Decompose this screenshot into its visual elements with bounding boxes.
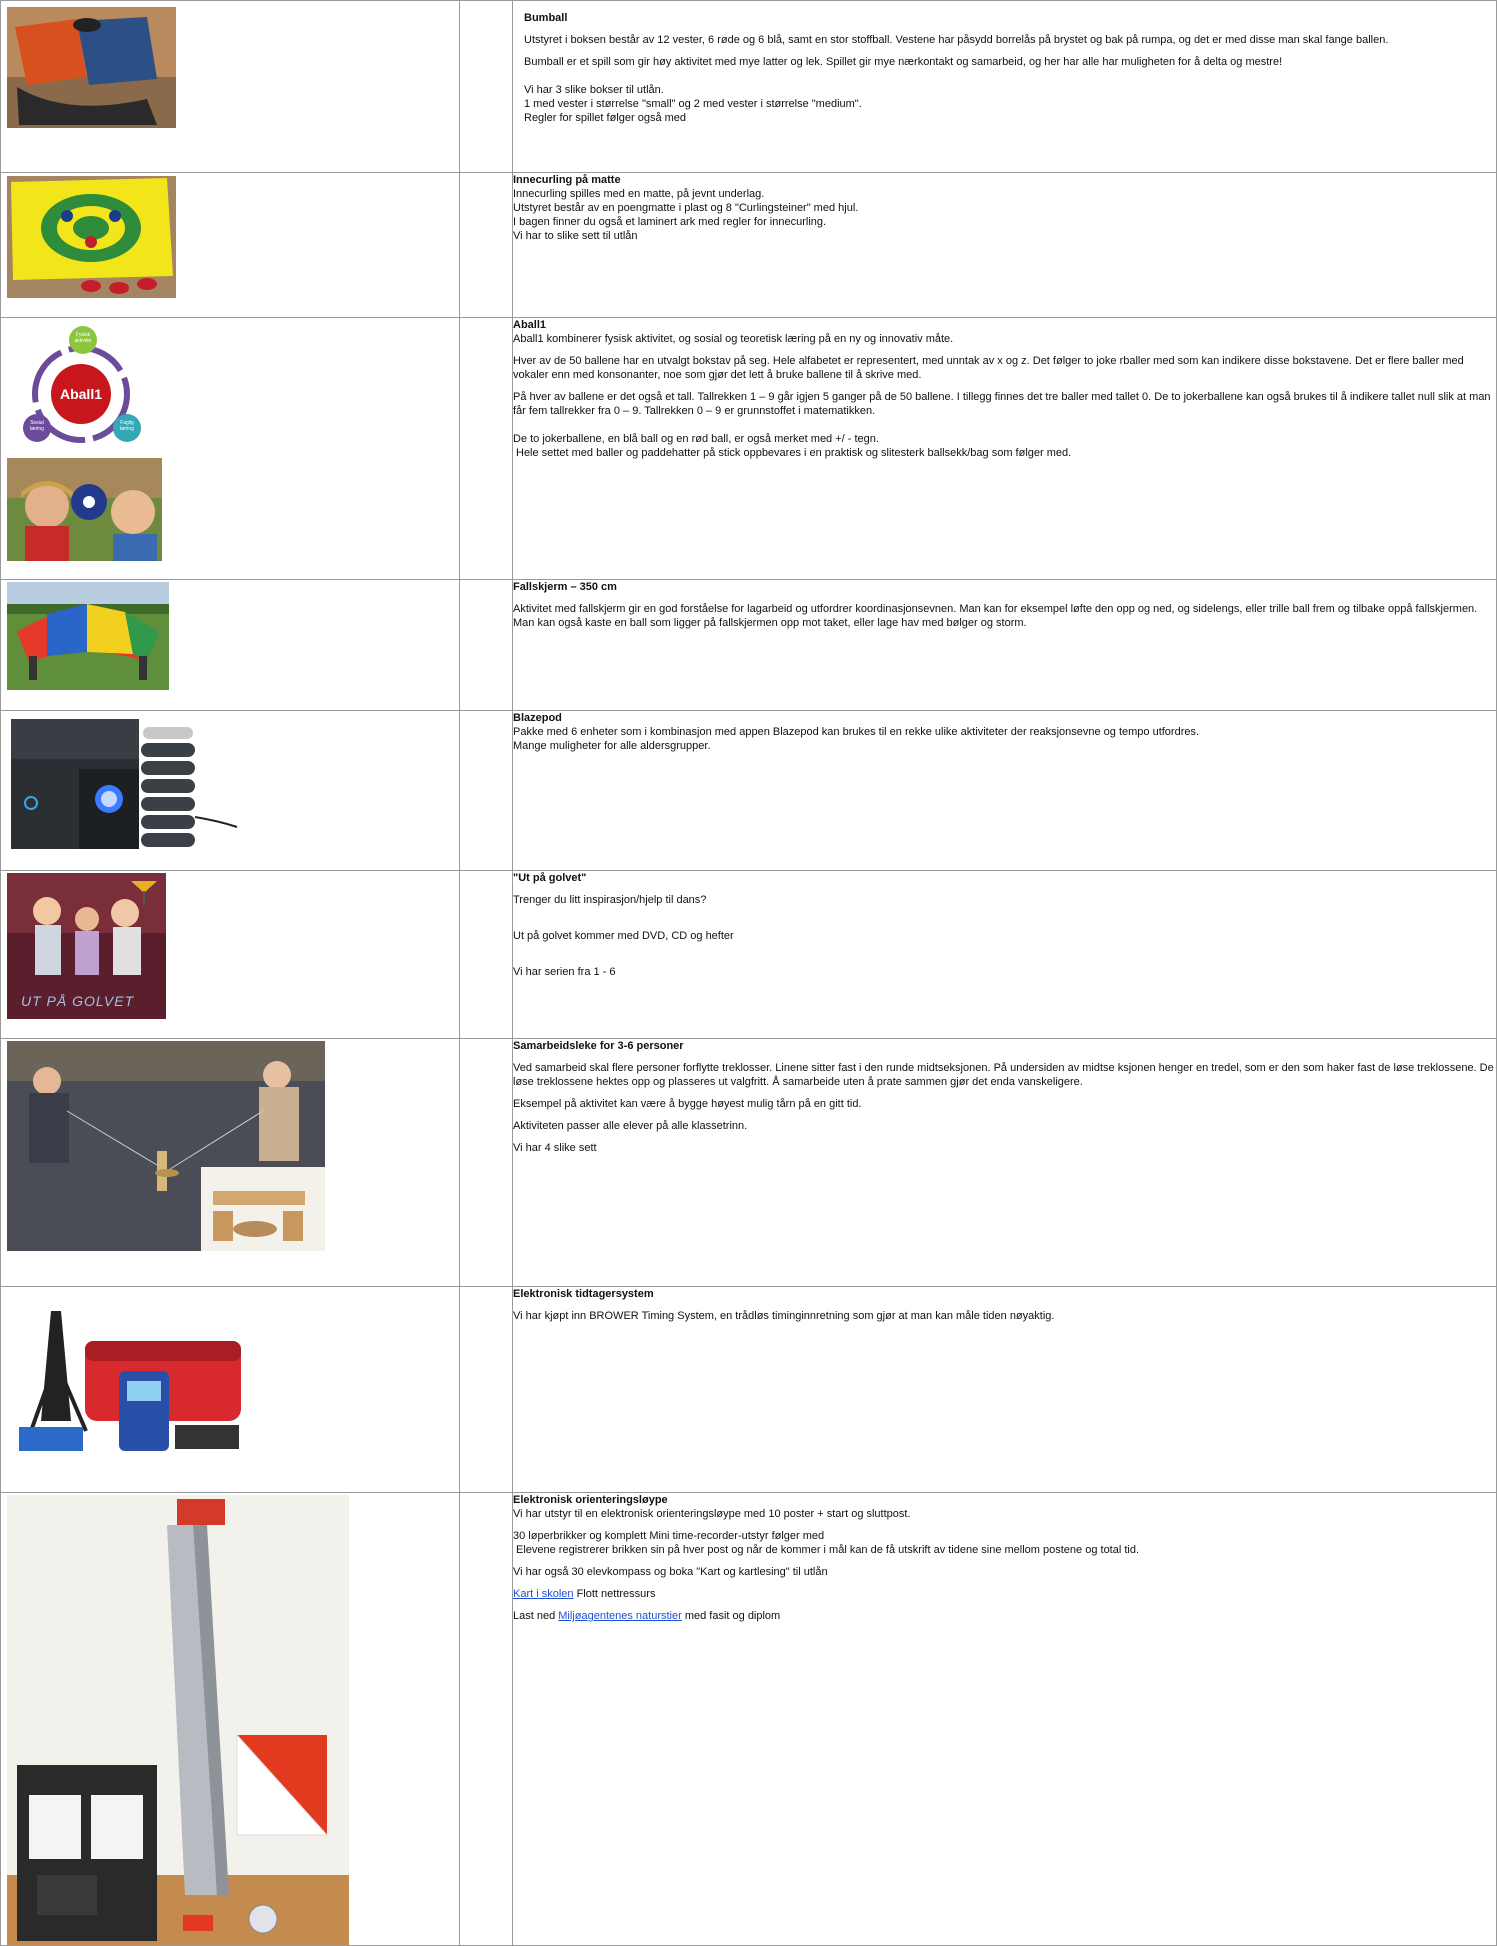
- item-title: Aball1: [513, 319, 547, 331]
- aball1-logo-center-text: Aball1: [59, 386, 102, 402]
- paragraph: Hver av de 50 ballene har en utvalgt bok…: [513, 355, 1464, 381]
- curling-description: Innecurling på matte Innecurling spilles…: [512, 172, 1497, 318]
- aball1-children-photo: [7, 458, 162, 561]
- timing-description: Elektronisk tidtagersystem Vi har kjøpt …: [512, 1286, 1497, 1493]
- aball1-logo-left-text: Sosial læring: [30, 420, 44, 432]
- blazepod-description: Blazepod Pakke med 6 enheter som i kombi…: [512, 710, 1497, 871]
- curling-image-cell: [0, 172, 460, 318]
- paragraph: Aball1 kombinerer fysisk aktivitet, og s…: [513, 333, 954, 345]
- paragraph: Vi har 4 slike sett: [513, 1142, 597, 1154]
- paragraph: Pakke med 6 enheter som i kombinasjon me…: [513, 726, 1200, 738]
- miljoagentenes-naturstier-link[interactable]: Miljøagentenes naturstier: [558, 1610, 682, 1622]
- link-suffix: med fasit og diplom: [681, 1610, 781, 1622]
- timing-system-photo: [11, 1301, 257, 1465]
- spacer-cell: [459, 870, 513, 1039]
- bumball-description: Bumball Utstyret i boksen består av 12 v…: [512, 0, 1497, 173]
- spacer-cell: [459, 579, 513, 711]
- paragraph: Bumball er et spill som gir høy aktivite…: [524, 56, 1283, 68]
- spacer-cell: [459, 1492, 513, 1946]
- paragraph: Hele settet med baller og paddehatter på…: [516, 447, 1072, 459]
- orienteering-equipment-photo: [7, 1495, 349, 1945]
- kart-i-skolen-link[interactable]: Kart i skolen: [514, 1588, 574, 1600]
- paragraph: Vi har utstyr til en elektronisk oriente…: [513, 1508, 911, 1520]
- table-row: Blazepod Pakke med 6 enheter som i kombi…: [0, 710, 1497, 871]
- paragraph: Ut på golvet kommer med DVD, CD og hefte…: [513, 930, 734, 942]
- paragraph: Aktivitet med fallskjerm gir en god fors…: [513, 603, 1478, 629]
- table-row: Elektronisk orienteringsløype Vi har uts…: [0, 1492, 1497, 1946]
- cooperation-image-cell: [0, 1038, 460, 1287]
- paragraph: Innecurling spilles med en matte, på jev…: [513, 188, 765, 200]
- paragraph: 1 med vester i størrelse "small" og 2 me…: [524, 98, 862, 110]
- paragraph: Vi har serien fra 1 - 6: [513, 966, 616, 978]
- paragraph: Utstyret består av en poengmatte i plast…: [513, 202, 859, 214]
- bumball-photo: [7, 7, 176, 128]
- cooperation-description: Samarbeidsleke for 3-6 personer Ved sama…: [512, 1038, 1497, 1287]
- item-title: Elektronisk orienteringsløype: [513, 1494, 668, 1506]
- aball-image-cell: Aball1 Fysisk aktivitet Sosial læring Fa…: [0, 317, 460, 580]
- paragraph: Utstyret i boksen består av 12 vester, 6…: [524, 34, 1389, 46]
- cooperation-game-photo: [7, 1041, 325, 1251]
- paragraph: Vi har kjøpt inn BROWER Timing System, e…: [513, 1310, 1055, 1322]
- paragraph: Elevene registrerer brikken sin på hver …: [516, 1544, 1140, 1556]
- resource-line: Kart i skolen Flott nettressurs: [514, 1587, 1496, 1601]
- curling-mat-photo: [7, 176, 176, 298]
- paragraph: 30 løperbrikker og komplett Mini time-re…: [513, 1530, 825, 1542]
- cover-title-text: UT PÅ GOLVET: [21, 993, 135, 1009]
- aball-description: Aball1 Aball1 kombinerer fysisk aktivite…: [512, 317, 1497, 580]
- spacer-cell: [459, 172, 513, 318]
- paragraph: De to jokerballene, en blå ball og en rø…: [513, 433, 879, 445]
- timing-image-cell: [0, 1286, 460, 1493]
- spacer-cell: [459, 710, 513, 871]
- spacer-cell: [459, 0, 513, 173]
- table-row: UT PÅ GOLVET "Ut på golvet" Trenger du l…: [0, 870, 1497, 1039]
- paragraph: Vi har to slike sett til utlån: [513, 230, 638, 242]
- aball1-logo-right-text: Faglig læring: [120, 420, 134, 432]
- download-line: Last ned Miljøagentenes naturstier med f…: [513, 1609, 1496, 1623]
- table-row: Aball1 Fysisk aktivitet Sosial læring Fa…: [0, 317, 1497, 580]
- dance-description: "Ut på golvet" Trenger du litt inspirasj…: [512, 870, 1497, 1039]
- table-row: Elektronisk tidtagersystem Vi har kjøpt …: [0, 1286, 1497, 1493]
- blazepod-image-cell: [0, 710, 460, 871]
- spacer-cell: [459, 1286, 513, 1493]
- item-title: Blazepod: [513, 712, 562, 724]
- link-suffix: Flott nettressurs: [573, 1588, 656, 1600]
- orienteering-description: Elektronisk orienteringsløype Vi har uts…: [512, 1492, 1497, 1946]
- table-row: Innecurling på matte Innecurling spilles…: [0, 172, 1497, 318]
- table-row: Fallskjerm – 350 cm Aktivitet med fallsk…: [0, 579, 1497, 711]
- paragraph: Eksempel på aktivitet kan være å bygge h…: [513, 1098, 862, 1110]
- parachute-image-cell: [0, 579, 460, 711]
- spacer-cell: [459, 317, 513, 580]
- paragraph: Mange muligheter for alle aldersgrupper.: [513, 740, 711, 752]
- paragraph: Aktiviteten passer alle elever på alle k…: [513, 1120, 748, 1132]
- orienteering-image-cell: [0, 1492, 460, 1946]
- link-prefix: Last ned: [513, 1610, 559, 1622]
- paragraph: Vi har også 30 elevkompass og boka "Kart…: [513, 1566, 828, 1578]
- item-title: Samarbeidsleke for 3-6 personer: [513, 1040, 684, 1052]
- aball1-logo: Aball1 Fysisk aktivitet Sosial læring Fa…: [15, 324, 151, 452]
- equipment-table: Bumball Utstyret i boksen består av 12 v…: [0, 0, 1497, 1946]
- item-title: Elektronisk tidtagersystem: [513, 1288, 654, 1300]
- paragraph: Vi har 3 slike bokser til utlån.: [524, 84, 664, 96]
- table-row: Bumball Utstyret i boksen består av 12 v…: [0, 0, 1497, 173]
- paragraph: I bagen finner du også et laminert ark m…: [513, 216, 827, 228]
- item-title: Fallskjerm – 350 cm: [513, 581, 617, 593]
- dance-image-cell: UT PÅ GOLVET: [0, 870, 460, 1039]
- item-title: "Ut på golvet": [513, 872, 587, 884]
- spacer-cell: [459, 1038, 513, 1287]
- paragraph: På hver av ballene er det også et tall. …: [513, 391, 1491, 417]
- parachute-description: Fallskjerm – 350 cm Aktivitet med fallsk…: [512, 579, 1497, 711]
- aball1-logo-top-text: Fysisk aktivitet: [74, 332, 92, 344]
- table-row: Samarbeidsleke for 3-6 personer Ved sama…: [0, 1038, 1497, 1287]
- item-title: Innecurling på matte: [513, 174, 621, 186]
- paragraph: Ved samarbeid skal flere personer forfly…: [513, 1062, 1494, 1088]
- blazepod-photo: [9, 717, 239, 851]
- bumball-image-cell: [0, 0, 460, 173]
- paragraph: Regler for spillet følger også med: [524, 112, 687, 124]
- parachute-photo: [7, 582, 169, 690]
- paragraph: Trenger du litt inspirasjon/hjelp til da…: [513, 894, 707, 906]
- item-title: Bumball: [524, 12, 568, 24]
- ut-paa-golvet-cover: UT PÅ GOLVET: [7, 873, 166, 1019]
